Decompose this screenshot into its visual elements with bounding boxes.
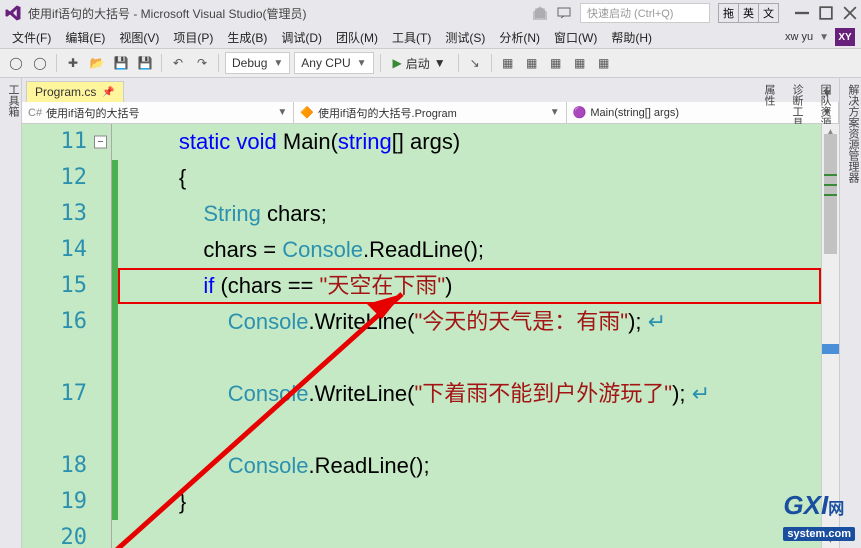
watermark-cn: 网 (828, 501, 844, 518)
nav-fwd-icon[interactable]: ◯ (30, 53, 50, 73)
platform-dropdown[interactable]: Any CPU▼ (294, 52, 373, 74)
menu-help[interactable]: 帮助(H) (605, 27, 658, 48)
minimize-icon[interactable] (795, 6, 809, 20)
line-number-gutter: 11 12 13 14 15 16 17 18 19 20 (22, 124, 112, 548)
watermark-brand: GXI (783, 490, 828, 520)
navigation-bar: C#使用if语句的大括号▼ 🔶使用if语句的大括号.Program▼ 🟣Main… (22, 102, 839, 124)
line-number: 16 (22, 304, 111, 376)
user-avatar[interactable]: XY (835, 28, 855, 46)
user-name[interactable]: xw yu (785, 31, 813, 43)
start-label: 启动 (406, 55, 430, 72)
ime-indicator[interactable]: 拖 英 文 (718, 3, 779, 23)
menu-edit[interactable]: 编辑(E) (59, 27, 111, 48)
toolbar: ◯ ◯ ✚ 📂 💾 💾 ↶ ↷ Debug▼ Any CPU▼ ▶启动▼ ↘ ▦… (0, 48, 861, 78)
nav-class-value: 使用if语句的大括号.Program (318, 105, 457, 121)
intellisense-icon[interactable]: ▦ (594, 53, 614, 73)
toolbox-panel-tab[interactable]: 工具箱 (0, 78, 22, 548)
wrap-glyph-icon: ↵ (692, 381, 710, 406)
save-icon[interactable]: 💾 (111, 53, 131, 73)
wrap-glyph-icon: ↵ (648, 309, 666, 334)
maximize-icon[interactable] (819, 6, 833, 20)
platform-value: Any CPU (301, 56, 350, 70)
vertical-scrollbar[interactable]: ▲ ▼ (821, 124, 839, 548)
code-text[interactable]: static void Main(string[] args) { String… (118, 124, 821, 548)
menu-test[interactable]: 测试(S) (439, 27, 491, 48)
redo-icon[interactable]: ↷ (192, 53, 212, 73)
undo-icon[interactable]: ↶ (168, 53, 188, 73)
caret-position-marker (822, 344, 839, 354)
config-dropdown[interactable]: Debug▼ (225, 52, 290, 74)
file-tab-program-cs[interactable]: Program.cs 📌 (26, 81, 124, 102)
menu-window[interactable]: 窗口(W) (548, 27, 603, 48)
menu-bar: 文件(F) 编辑(E) 视图(V) 项目(P) 生成(B) 调试(D) 团队(M… (0, 26, 861, 48)
nav-class-dropdown[interactable]: 🔶使用if语句的大括号.Program▼ (294, 102, 566, 123)
menu-analyze[interactable]: 分析(N) (493, 27, 546, 48)
code-editor[interactable]: 11 12 13 14 15 16 17 18 19 20 static voi… (22, 124, 839, 548)
close-icon[interactable] (843, 6, 857, 20)
comment-icon[interactable]: ▦ (498, 53, 518, 73)
document-tab-strip: Program.cs 📌 ▼ (22, 78, 839, 102)
nav-scope-value: 使用if语句的大括号 (46, 105, 140, 121)
nav-scope-dropdown[interactable]: C#使用if语句的大括号▼ (22, 102, 294, 123)
solution-explorer-panel-tab[interactable]: 解决方案资源管理器 (845, 84, 861, 548)
main-area: 工具箱 Program.cs 📌 ▼ C#使用if语句的大括号▼ 🔶使用if语句… (0, 78, 861, 548)
line-number: 14 (22, 232, 111, 268)
watermark: GXI网 system.com (783, 490, 855, 542)
config-value: Debug (232, 56, 267, 70)
ime-c: 文 (759, 4, 778, 22)
menu-debug[interactable]: 调试(D) (275, 27, 328, 48)
menu-project[interactable]: 项目(P) (167, 27, 219, 48)
file-tab-label: Program.cs (35, 85, 96, 99)
menu-team[interactable]: 团队(M) (330, 27, 384, 48)
line-number: 19 (22, 484, 111, 520)
save-all-icon[interactable]: 💾 (135, 53, 155, 73)
bookmark-icon[interactable]: ▦ (546, 53, 566, 73)
line-number: 18 (22, 448, 111, 484)
menu-tools[interactable]: 工具(T) (386, 27, 437, 48)
title-bar: 使用if语句的大括号 - Microsoft Visual Studio(管理员… (0, 0, 861, 26)
editor-zone: Program.cs 📌 ▼ C#使用if语句的大括号▼ 🔶使用if语句的大括号… (22, 78, 839, 548)
step-into-icon[interactable]: ↘ (465, 53, 485, 73)
start-debug-button[interactable]: ▶启动▼ (387, 55, 452, 72)
quick-launch-input[interactable]: 快速启动 (Ctrl+Q) (580, 3, 710, 23)
menu-build[interactable]: 生成(B) (221, 27, 273, 48)
pin-icon[interactable]: 📌 (102, 87, 114, 98)
feedback-icon[interactable] (556, 5, 572, 21)
format-icon[interactable]: ▦ (570, 53, 590, 73)
line-number: 13 (22, 196, 111, 232)
menu-view[interactable]: 视图(V) (113, 27, 165, 48)
line-number: 17 (22, 376, 111, 448)
uncomment-icon[interactable]: ▦ (522, 53, 542, 73)
menu-file[interactable]: 文件(F) (6, 27, 57, 48)
nav-back-icon[interactable]: ◯ (6, 53, 26, 73)
window-title: 使用if语句的大括号 - Microsoft Visual Studio(管理员… (28, 5, 307, 22)
open-file-icon[interactable]: 📂 (87, 53, 107, 73)
right-side-panels: 解决方案资源管理器 团队资源管理器 诊断工具 属性 (839, 78, 861, 548)
nav-member-value: Main(string[] args) (590, 107, 679, 119)
new-project-icon[interactable]: ✚ (63, 53, 83, 73)
line-number: 12 (22, 160, 111, 196)
line-number: 15 (22, 268, 111, 304)
ime-a: 拖 (719, 4, 739, 22)
notifications-icon[interactable] (532, 5, 548, 21)
play-icon: ▶ (393, 56, 402, 70)
watermark-url: system.com (783, 527, 855, 541)
line-number: 20 (22, 520, 111, 548)
user-chevron-down-icon[interactable]: ▼ (819, 32, 829, 43)
ime-b: 英 (739, 4, 759, 22)
visual-studio-logo-icon (4, 4, 22, 22)
line-number: 11 (22, 124, 111, 160)
